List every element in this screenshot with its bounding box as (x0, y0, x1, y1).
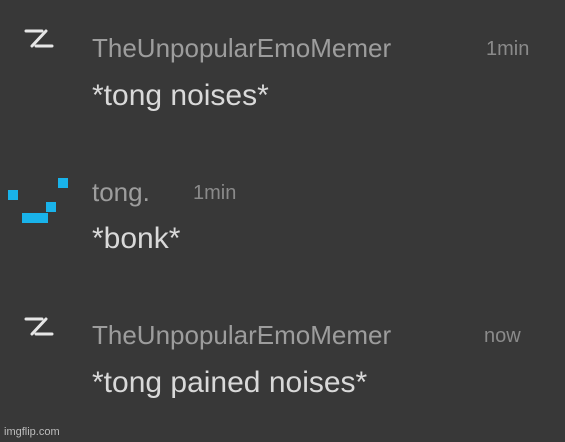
timestamp: 1min (193, 182, 237, 204)
lightning-bolt-icon (24, 317, 54, 336)
avatar[interactable] (6, 176, 72, 230)
lightning-bolt-icon (24, 29, 54, 48)
username[interactable]: tong. (92, 179, 150, 205)
timestamp: 1min (486, 38, 530, 60)
watermark: imgflip.com (4, 426, 60, 438)
chat-message: TheUnpopularEmoMemer now *tong pained no… (0, 310, 565, 410)
username[interactable]: TheUnpopularEmoMemer (92, 35, 391, 61)
chat-message: tong. 1min *bonk* (0, 172, 565, 272)
message-text: *tong noises* (92, 79, 269, 112)
message-text: *bonk* (92, 222, 181, 255)
avatar[interactable] (20, 312, 60, 342)
avatar[interactable] (20, 24, 60, 54)
message-text: *tong pained noises* (92, 366, 368, 399)
chat-message: TheUnpopularEmoMemer 1min *tong noises* (0, 24, 565, 124)
username[interactable]: TheUnpopularEmoMemer (92, 322, 391, 348)
timestamp: now (484, 325, 521, 347)
pixel-smile-icon (8, 178, 68, 223)
